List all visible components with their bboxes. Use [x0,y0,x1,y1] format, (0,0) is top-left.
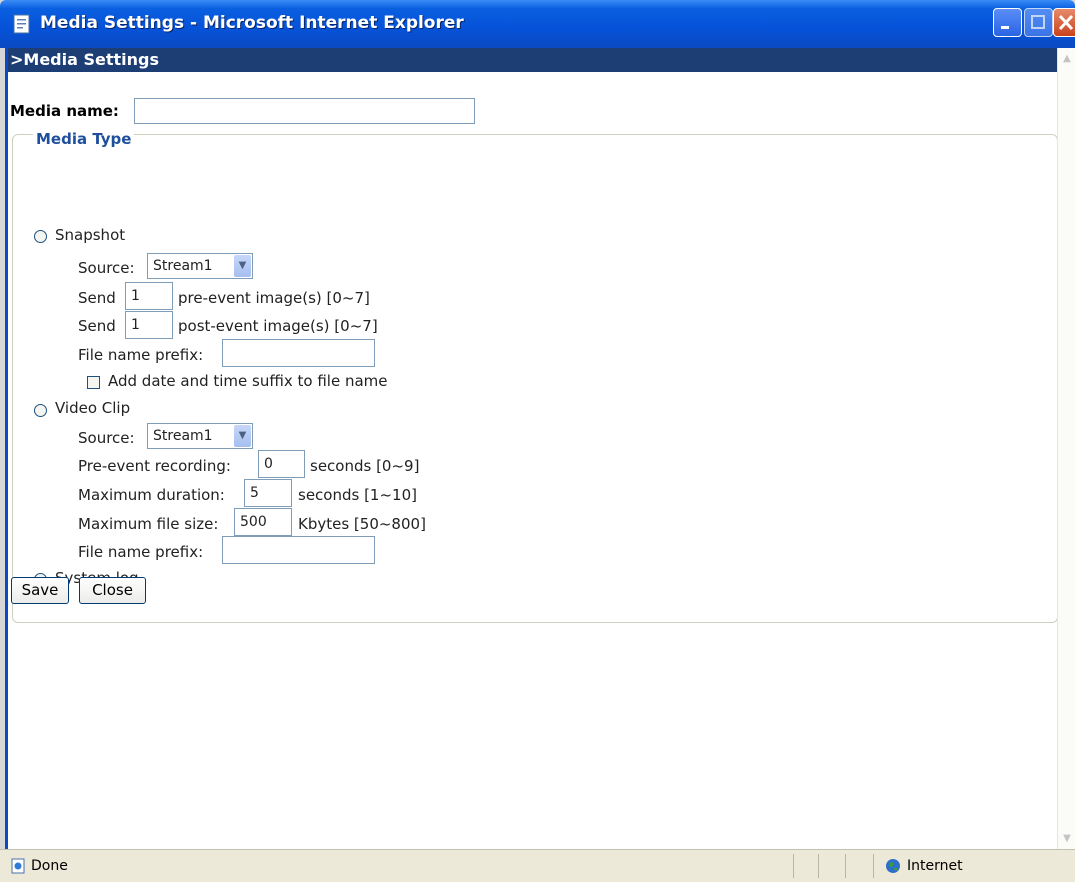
security-zone-label: Internet [907,858,963,874]
status-divider [818,854,819,878]
video-prefix-label: File name prefix: [78,543,204,561]
pre-event-recording-label: Pre-event recording: [78,457,231,475]
scroll-up-icon[interactable]: ▲ [1059,50,1075,67]
media-type-legend: Media Type [33,130,135,148]
maximize-button[interactable] [1024,8,1053,37]
window-title: Media Settings - Microsoft Internet Expl… [40,13,464,33]
media-name-input[interactable] [134,98,475,124]
status-bar: Done Internet [0,849,1075,882]
snapshot-radio[interactable] [34,230,47,243]
maximum-duration-suffix: seconds [1~10] [298,486,417,504]
ie-page-icon [10,858,26,874]
pre-event-images-input[interactable]: 1 [125,282,173,310]
chevron-down-icon: ▼ [234,255,251,277]
snapshot-source-value: Stream1 [153,258,213,274]
snapshot-pre-send-label: Send [78,289,116,307]
date-time-suffix-checkbox[interactable] [87,376,100,389]
snapshot-prefix-label: File name prefix: [78,346,204,364]
chevron-down-icon: ▼ [234,425,251,447]
date-time-suffix-label: Add date and time suffix to file name [108,372,388,390]
snapshot-source-label: Source: [78,259,135,277]
maximum-duration-label: Maximum duration: [78,486,225,504]
media-name-label: Media name: [10,102,119,120]
status-divider [793,854,794,878]
post-event-images-suffix: post-event image(s) [0~7] [178,317,378,335]
pre-event-recording-suffix: seconds [0~9] [310,457,420,475]
snapshot-label: Snapshot [55,226,126,244]
ie-page-icon [12,14,32,34]
status-divider [845,854,846,878]
scroll-down-icon[interactable]: ▼ [1059,830,1075,847]
close-button[interactable]: Close [79,577,146,604]
pre-event-recording-input[interactable]: 0 [258,450,305,478]
snapshot-post-send-label: Send [78,317,116,335]
snapshot-source-select[interactable]: Stream1 ▼ [147,253,253,279]
globe-icon [885,858,901,874]
snapshot-file-prefix-input[interactable] [222,339,375,367]
title-bar[interactable]: Media Settings - Microsoft Internet Expl… [0,0,1075,48]
maximum-file-size-input[interactable]: 500 [234,508,292,536]
status-text: Done [31,858,68,874]
video-clip-radio[interactable] [34,404,47,417]
maximum-file-size-label: Maximum file size: [78,515,219,533]
pre-event-images-suffix: pre-event image(s) [0~7] [178,289,370,307]
save-button[interactable]: Save [11,577,69,604]
status-divider [873,854,874,878]
close-window-button[interactable] [1053,8,1075,37]
page-content: >Media Settings Media name: Media Type S… [5,48,1060,849]
video-source-label: Source: [78,429,135,447]
media-type-fieldset: Media Type Snapshot Source: Stream1 ▼ Se… [12,130,1058,623]
vertical-scrollbar[interactable]: ▲ ▼ [1057,48,1075,849]
video-source-select[interactable]: Stream1 ▼ [147,423,253,449]
video-clip-label: Video Clip [55,399,131,417]
maximum-file-size-suffix: Kbytes [50~800] [298,515,426,533]
video-source-value: Stream1 [153,428,213,444]
browser-window: Media Settings - Microsoft Internet Expl… [0,0,1075,882]
video-file-prefix-input[interactable] [222,536,375,564]
maximum-duration-input[interactable]: 5 [244,479,292,507]
minimize-button[interactable] [993,8,1022,37]
page-header: >Media Settings [8,48,1060,72]
post-event-images-input[interactable]: 1 [125,311,173,339]
